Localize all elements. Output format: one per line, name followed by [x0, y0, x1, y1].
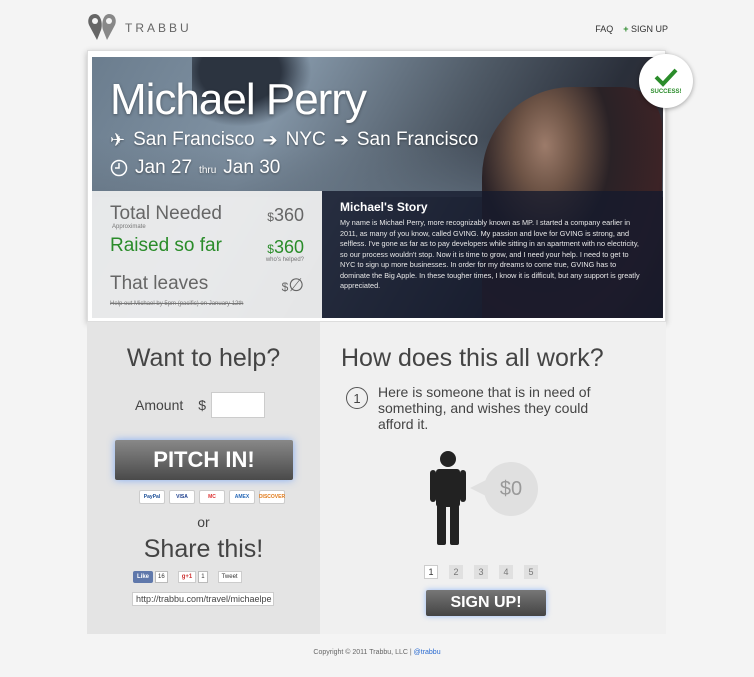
payment-methods: PayPal VISA MC AMEX DISCOVER	[139, 490, 285, 504]
total-needed-row: Total Needed Approximate $360	[110, 203, 304, 235]
amount-label: Amount	[135, 397, 184, 413]
logo[interactable]: TRABBU	[87, 12, 192, 44]
route-stop: San Francisco	[133, 129, 255, 150]
plus-icon: +	[623, 24, 629, 34]
route-stop: San Francisco	[356, 129, 479, 150]
raised-value: $360	[267, 237, 304, 258]
traveler-name: Michael Perry	[110, 75, 367, 124]
plane-icon: ✈	[110, 129, 126, 150]
story-title: Michael's Story	[340, 200, 428, 214]
funding-stats: Total Needed Approximate $360 Raised so …	[92, 191, 322, 318]
raised-amount: 360	[273, 237, 304, 257]
leaves-row: That leaves $∅	[110, 273, 304, 305]
visa-icon: VISA	[169, 490, 195, 504]
date-thru: thru	[199, 165, 217, 176]
how-it-works-panel: How does this all work? 1 Here is someon…	[320, 322, 666, 634]
facebook-like-count: 16	[155, 571, 168, 583]
checkmark-icon	[654, 68, 678, 87]
clock-icon	[110, 159, 128, 177]
signup-link-label: SIGN UP	[630, 24, 668, 34]
discover-icon: DISCOVER	[259, 490, 285, 504]
pager-step-4[interactable]: 4	[499, 565, 513, 579]
trabbu-logo-icon	[88, 14, 116, 40]
arrow-right-icon: ➔	[333, 129, 349, 150]
success-label: SUCCESS!	[650, 89, 682, 95]
pager-step-3[interactable]: 3	[474, 565, 488, 579]
currency-symbol: $	[267, 242, 274, 256]
leaves-amount: ∅	[288, 275, 304, 295]
route-stop: NYC	[285, 129, 326, 150]
tweet-group: Tweet	[217, 571, 242, 583]
total-needed-value: $360	[267, 205, 304, 226]
amount-row: Amount $	[135, 392, 266, 418]
person-figure-icon	[430, 451, 466, 545]
story-body: My name is Michael Perry, more recogniza…	[340, 218, 640, 290]
help-title: Want to help?	[126, 344, 281, 372]
or-divider: or	[197, 514, 210, 530]
date-end: Jan 30	[223, 157, 281, 178]
help-panel: Want to help? Amount $ PITCH IN! PayPal …	[87, 322, 320, 634]
route: ✈ San Francisco ➔ NYC ➔ San Francisco	[110, 129, 478, 151]
pitch-in-button[interactable]: PITCH IN!	[115, 440, 293, 480]
arrow-right-icon: ➔	[262, 129, 278, 150]
google-plus-button[interactable]: g+1	[177, 571, 197, 583]
footer: Copyright © 2011 Trabbu, LLC | @trabbu	[0, 649, 754, 656]
tweet-button[interactable]: Tweet	[217, 571, 242, 583]
facebook-like-group: Like 16	[133, 571, 168, 583]
amount-currency: $	[198, 397, 207, 413]
hero-card: Michael Perry ✈ San Francisco ➔ NYC ➔ Sa…	[87, 50, 666, 322]
mastercard-icon: MC	[199, 490, 225, 504]
story-panel: Michael's Story My name is Michael Perry…	[322, 191, 663, 318]
amount-input[interactable]	[211, 392, 266, 418]
raised-row: Raised so far $360 who's helped?	[110, 235, 304, 273]
facebook-like-button[interactable]: Like	[133, 571, 154, 583]
top-nav: FAQ + SIGN UP	[595, 24, 668, 34]
copyright: Copyright © 2011 Trabbu, LLC |	[313, 649, 412, 656]
share-title: Share this!	[143, 535, 264, 563]
step-pager: 1 2 3 4 5	[424, 565, 538, 579]
share-url-field[interactable]: http://trabbu.com/travel/michaelpe	[132, 592, 274, 606]
paypal-icon: PayPal	[139, 490, 165, 504]
step-text: Here is someone that is in need of somet…	[378, 384, 591, 432]
faq-link[interactable]: FAQ	[595, 24, 613, 34]
trip-dates: Jan 27 thru Jan 30	[110, 157, 280, 179]
twitter-link[interactable]: @trabbu	[414, 649, 441, 656]
total-needed-amount: 360	[273, 205, 304, 225]
currency-symbol: $	[267, 210, 274, 224]
success-badge: SUCCESS!	[639, 54, 693, 108]
google-plus-group: g+1 1	[177, 571, 208, 583]
pager-step-5[interactable]: 5	[524, 565, 538, 579]
step-number: 1	[346, 387, 368, 409]
leaves-label: That leaves	[110, 273, 209, 294]
logo-text: TRABBU	[125, 21, 192, 35]
social-buttons: Like 16 g+1 1 Tweet	[133, 571, 242, 583]
total-needed-sub: Approximate	[112, 224, 146, 230]
google-plus-count: 1	[198, 571, 208, 583]
signup-button[interactable]: SIGN UP!	[426, 590, 546, 616]
signup-link[interactable]: + SIGN UP	[623, 24, 668, 34]
leaves-value: $∅	[282, 275, 304, 296]
thought-bubble: $0	[484, 462, 538, 516]
whos-helped-link[interactable]: who's helped?	[266, 257, 304, 263]
date-start: Jan 27	[135, 157, 193, 178]
pager-step-1[interactable]: 1	[424, 565, 438, 579]
how-title: How does this all work?	[341, 344, 604, 372]
pager-step-2[interactable]: 2	[449, 565, 463, 579]
amex-icon: AMEX	[229, 490, 255, 504]
